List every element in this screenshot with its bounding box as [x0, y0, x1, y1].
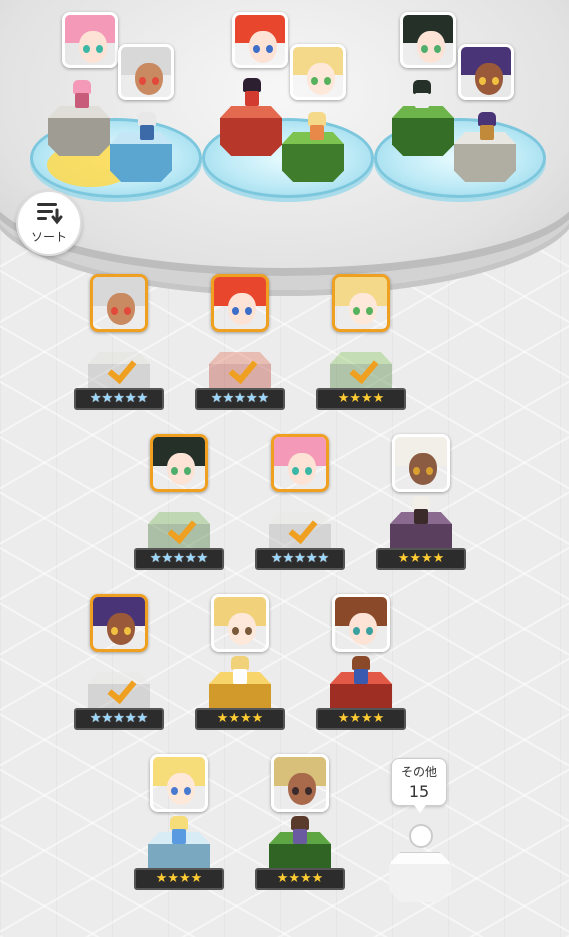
selected-check-icon — [104, 358, 134, 380]
others-label: その他 — [400, 765, 437, 779]
team1-portrait-silver-warrior[interactable] — [118, 44, 174, 100]
team2-portrait-blonde-girl[interactable] — [290, 44, 346, 100]
sprite-alice-girl — [167, 816, 191, 846]
roster-unit-black-maid[interactable]: ★★★★★ — [134, 434, 224, 584]
selected-check-icon — [104, 678, 134, 700]
sprite-white-hair-girl — [409, 496, 433, 526]
star-rating: ★★★★ — [316, 708, 406, 730]
portrait-white-hair-girl — [392, 434, 450, 492]
team2-sprite-red-witch — [240, 78, 264, 108]
pedestal-grass — [392, 106, 454, 162]
roster-unit-blonde-girl[interactable]: ★★★★ — [316, 274, 406, 424]
team3-sprite-black-maid — [410, 80, 434, 110]
team3-portrait-dark-elf[interactable] — [458, 44, 514, 100]
selected-check-icon — [225, 358, 255, 380]
portrait-dark-elf — [90, 594, 148, 652]
portrait-red-witch — [211, 274, 269, 332]
star-rating: ★★★★★ — [74, 708, 164, 730]
portrait-silver-warrior — [90, 274, 148, 332]
selected-check-icon — [346, 358, 376, 380]
sprite-glasses-girl — [228, 656, 252, 686]
star-rating: ★★★★ — [134, 868, 224, 890]
portrait-alice-girl — [150, 754, 208, 812]
roster-unit-brown-boy[interactable]: ★★★★ — [316, 594, 406, 744]
team2-portrait-red-witch[interactable] — [232, 12, 288, 68]
pedestal-fire — [220, 106, 282, 162]
portrait-black-maid — [150, 434, 208, 492]
portrait-blonde-girl — [332, 274, 390, 332]
pedestal-stone — [48, 106, 110, 162]
empty-unit-slot[interactable] — [381, 822, 461, 922]
portrait-pink-girl — [271, 434, 329, 492]
star-rating: ★★★★★ — [195, 388, 285, 410]
selected-check-icon — [164, 518, 194, 540]
selected-check-icon — [285, 518, 315, 540]
star-rating: ★★★★ — [376, 548, 466, 570]
star-rating: ★★★★ — [255, 868, 345, 890]
team2-sprite-blonde-girl — [305, 112, 329, 142]
sort-button[interactable]: ソート — [16, 190, 82, 256]
team3-portrait-black-maid[interactable] — [400, 12, 456, 68]
roster-unit-brown-ranger[interactable]: ★★★★ — [255, 754, 345, 904]
roster-unit-silver-warrior[interactable]: ★★★★★ — [74, 274, 164, 424]
portrait-brown-boy — [332, 594, 390, 652]
sort-icon — [18, 200, 80, 226]
others-count-bubble[interactable]: その他 15 — [391, 758, 447, 813]
roster-unit-white-hair-girl[interactable]: ★★★★ — [376, 434, 466, 584]
star-rating: ★★★★★ — [134, 548, 224, 570]
sprite-brown-ranger — [288, 816, 312, 846]
star-rating: ★★★★★ — [255, 548, 345, 570]
star-rating: ★★★★★ — [74, 388, 164, 410]
roster-unit-dark-elf[interactable]: ★★★★★ — [74, 594, 164, 744]
team1-sprite-silver-warrior — [135, 112, 159, 142]
star-rating: ★★★★ — [195, 708, 285, 730]
roster-unit-red-witch[interactable]: ★★★★★ — [195, 274, 285, 424]
portrait-brown-ranger — [271, 754, 329, 812]
portrait-glasses-girl — [211, 594, 269, 652]
others-count: 15 — [408, 782, 430, 801]
roster-unit-glasses-girl[interactable]: ★★★★ — [195, 594, 285, 744]
team1-portrait-pink-girl[interactable] — [62, 12, 118, 68]
roster-unit-pink-girl[interactable]: ★★★★★ — [255, 434, 345, 584]
team1-sprite-pink-girl — [70, 80, 94, 110]
roster-unit-alice-girl[interactable]: ★★★★ — [134, 754, 224, 904]
star-rating: ★★★★ — [316, 388, 406, 410]
team3-sprite-dark-elf — [475, 112, 499, 142]
placeholder-head-icon — [409, 824, 433, 848]
sort-label: ソート — [30, 230, 67, 244]
sprite-brown-boy — [349, 656, 373, 686]
